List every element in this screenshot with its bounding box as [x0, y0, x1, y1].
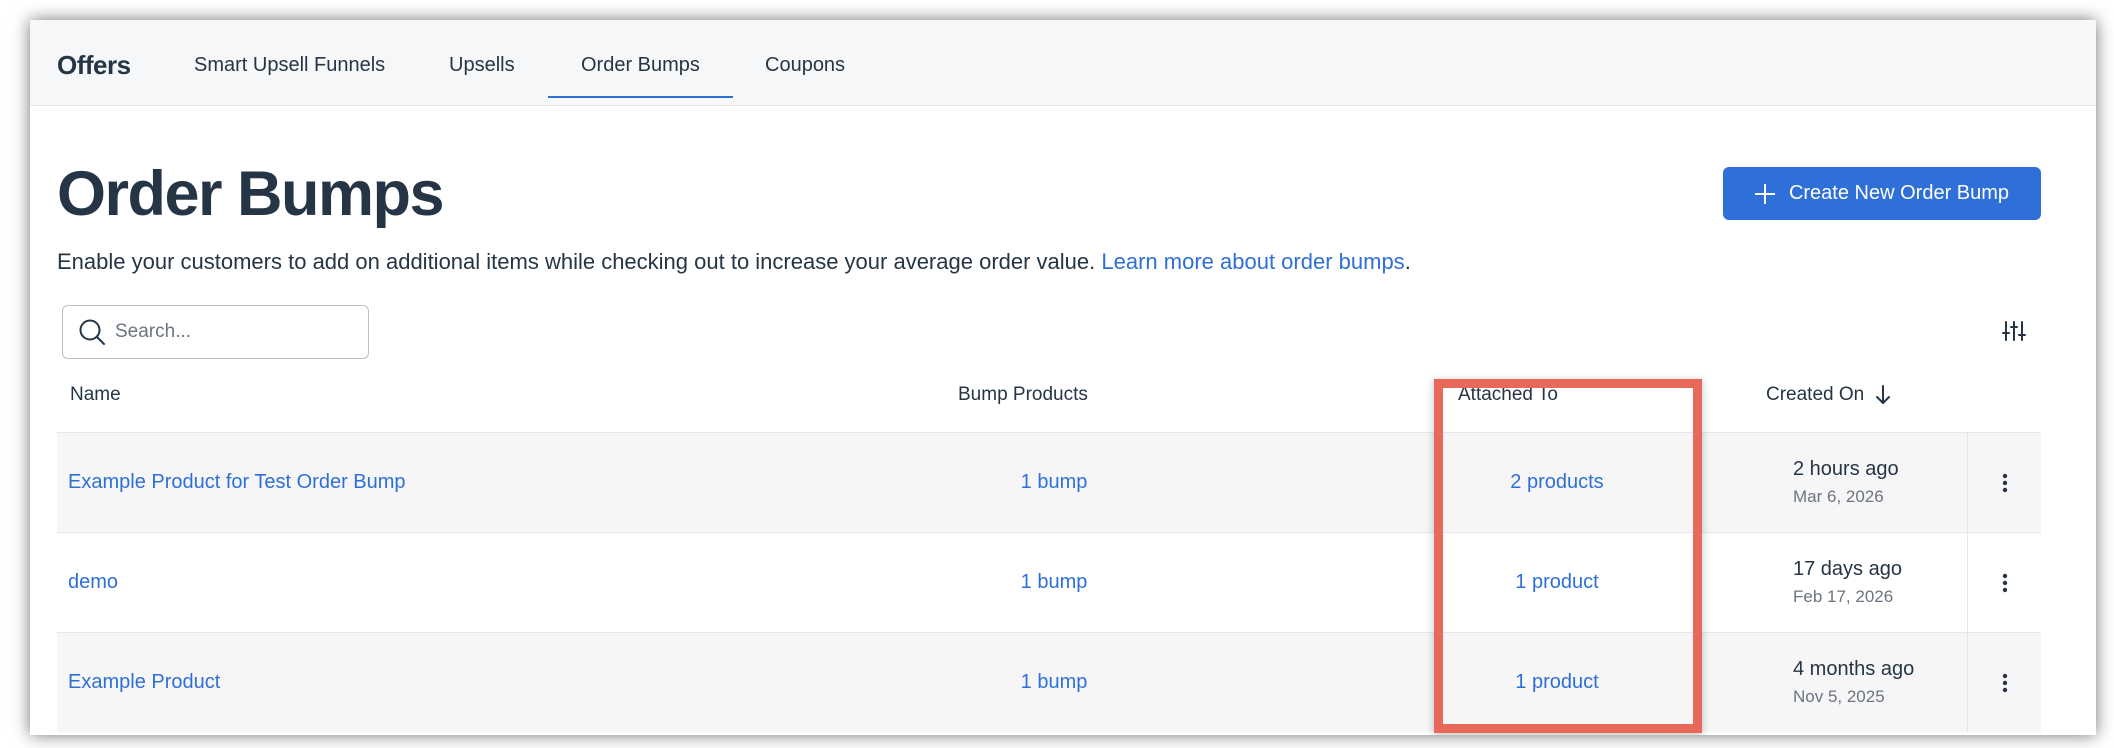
row-attached-to-link[interactable]: 1 product [1457, 571, 1657, 594]
row-bump-products-link[interactable]: 1 bump [997, 571, 1111, 594]
plus-icon [1754, 183, 1775, 204]
row-menu-button[interactable] [1967, 633, 2041, 733]
table-row: Example Product 1 bump 1 product 4 month… [57, 632, 2041, 733]
row-created-date: Nov 5, 2025 [1793, 687, 1885, 706]
kebab-menu-icon [2002, 673, 2007, 693]
search-box[interactable] [62, 305, 369, 359]
brand-title: Offers [57, 50, 131, 80]
search-icon [79, 319, 105, 345]
tab-coupons[interactable]: Coupons [765, 54, 845, 77]
row-menu-button[interactable] [1967, 433, 2041, 533]
top-nav: Offers Smart Upsell Funnels Upsells Orde… [30, 20, 2096, 106]
tab-upsells[interactable]: Upsells [449, 54, 515, 77]
row-bump-products-link[interactable]: 1 bump [997, 671, 1111, 694]
page-description: Enable your customers to add on addition… [57, 249, 1411, 275]
kebab-menu-icon [2002, 473, 2007, 493]
description-period: . [1404, 249, 1411, 274]
row-created-date: Feb 17, 2026 [1793, 587, 1894, 606]
column-header-attached-to[interactable]: Attached To [1458, 384, 1558, 406]
row-name-link[interactable]: demo [68, 571, 118, 594]
sliders-icon[interactable] [2002, 319, 2026, 343]
tab-order-bumps[interactable]: Order Bumps [548, 54, 733, 98]
row-attached-to-link[interactable]: 1 product [1457, 671, 1657, 694]
table-row: Example Product for Test Order Bump 1 bu… [57, 432, 2041, 533]
column-header-created-on[interactable]: Created On [1766, 384, 1892, 406]
created-on-label: Created On [1766, 384, 1865, 406]
kebab-menu-icon [2002, 573, 2007, 593]
create-order-bump-button[interactable]: Create New Order Bump [1723, 167, 2041, 220]
tab-smart-upsell-funnels[interactable]: Smart Upsell Funnels [194, 54, 385, 77]
description-text: Enable your customers to add on addition… [57, 249, 1096, 274]
column-header-bump-products[interactable]: Bump Products [958, 384, 1088, 406]
row-menu-button[interactable] [1967, 533, 2041, 633]
row-bump-products-link[interactable]: 1 bump [997, 471, 1111, 494]
row-name-link[interactable]: Example Product for Test Order Bump [68, 471, 406, 494]
learn-more-link[interactable]: Learn more about order bumps [1101, 249, 1404, 274]
offers-page: Offers Smart Upsell Funnels Upsells Orde… [30, 20, 2096, 735]
page-title: Order Bumps [57, 159, 445, 229]
row-created-date: Mar 6, 2026 [1793, 487, 1884, 506]
row-created-relative: 2 hours ago [1793, 458, 1899, 480]
create-order-bump-label: Create New Order Bump [1788, 182, 2010, 204]
column-header-name[interactable]: Name [70, 384, 121, 406]
row-created-relative: 4 months ago [1793, 658, 1915, 680]
search-input[interactable] [115, 321, 345, 343]
table-row: demo 1 bump 1 product 17 days ago Feb 17… [57, 532, 2041, 633]
row-created-relative: 17 days ago [1793, 558, 1902, 580]
row-name-link[interactable]: Example Product [68, 671, 220, 694]
row-attached-to-link[interactable]: 2 products [1457, 471, 1657, 494]
arrow-down-icon [1876, 385, 1891, 404]
